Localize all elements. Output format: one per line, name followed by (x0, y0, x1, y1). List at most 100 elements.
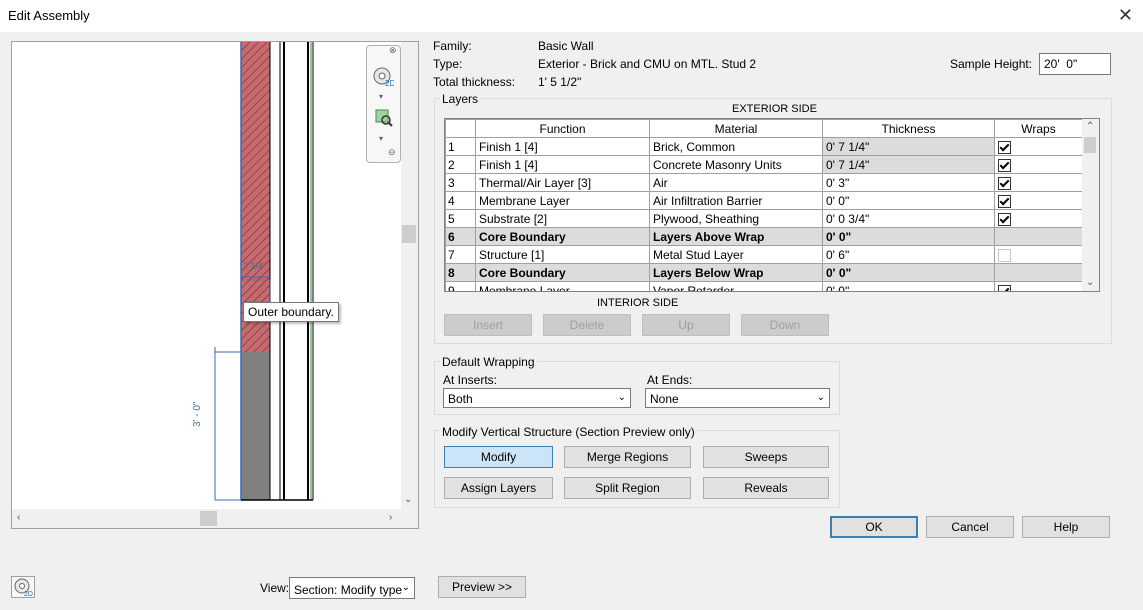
material-cell[interactable]: Metal Stud Layer (649, 245, 823, 264)
table-row[interactable]: 2 Finish 1 [4] Concrete Masonry Units 0' 7 … (445, 155, 1083, 174)
sweeps-button[interactable]: Sweeps (703, 446, 829, 468)
scroll-thumb[interactable] (1084, 137, 1096, 153)
insert-button[interactable]: Insert (444, 314, 532, 336)
wraps-cell[interactable] (994, 281, 1083, 291)
row-number[interactable]: 7 (445, 245, 476, 264)
scroll-left-icon[interactable]: ‹ (17, 512, 20, 523)
steering-wheel-2d-icon[interactable]: 2D (11, 576, 35, 598)
close-icon[interactable]: ✕ (1118, 5, 1133, 26)
navigation-bar[interactable]: ⊗ 2D ▾ ▾ ⊖ (366, 45, 401, 163)
minimize-icon[interactable]: ⊖ (388, 147, 396, 158)
table-row[interactable]: 7 Structure [1] Metal Stud Layer 0' 6" (445, 245, 1083, 264)
row-number[interactable]: 2 (445, 155, 476, 174)
thickness-cell[interactable]: 0' 0" (822, 263, 995, 282)
function-cell[interactable]: Finish 1 [4] (475, 155, 650, 174)
thickness-cell[interactable]: 0' 7 1/4" (822, 137, 995, 156)
at-ends-select[interactable]: None ⌄ (645, 388, 830, 408)
col-header-function[interactable]: Function (475, 119, 650, 138)
layers-table[interactable]: Function Material Thickness Wraps 1 Finis… (444, 118, 1100, 292)
close-icon[interactable]: ⊗ (389, 45, 397, 56)
table-vertical-scrollbar[interactable]: ⌃ ⌄ (1082, 119, 1099, 291)
wraps-cell[interactable] (994, 227, 1083, 246)
chevron-down-icon[interactable]: ▾ (379, 92, 383, 101)
wraps-checkbox[interactable] (998, 158, 1011, 172)
merge-regions-button[interactable]: Merge Regions (564, 446, 691, 468)
steering-wheel-2d-icon[interactable]: 2D (372, 66, 395, 88)
material-cell[interactable]: Layers Below Wrap (649, 263, 823, 282)
preview-horizontal-scrollbar[interactable]: ‹ › (12, 509, 402, 528)
wraps-checkbox[interactable] (998, 140, 1011, 154)
thickness-cell[interactable]: 0' 0 3/4" (822, 209, 995, 228)
wraps-checkbox[interactable] (998, 212, 1011, 226)
thickness-cell[interactable]: 0' 6" (822, 245, 995, 264)
col-header-material[interactable]: Material (649, 119, 823, 138)
at-inserts-select[interactable]: Both ⌄ (443, 388, 631, 408)
scroll-thumb[interactable] (200, 511, 217, 526)
scroll-down-icon[interactable]: ⌄ (404, 494, 412, 505)
row-number[interactable]: 5 (445, 209, 476, 228)
function-cell[interactable]: Thermal/Air Layer [3] (475, 173, 650, 192)
delete-button[interactable]: Delete (543, 314, 631, 336)
cancel-button[interactable]: Cancel (926, 516, 1014, 538)
ok-button[interactable]: OK (830, 516, 918, 538)
reveals-button[interactable]: Reveals (703, 477, 829, 499)
material-cell[interactable]: Plywood, Sheathing (649, 209, 823, 228)
table-row[interactable]: 3 Thermal/Air Layer [3] Air 0' 3" (445, 173, 1083, 192)
function-cell[interactable]: Finish 1 [4] (475, 137, 650, 156)
wraps-cell[interactable] (994, 173, 1083, 192)
table-row[interactable]: 6 Core Boundary Layers Above Wrap 0' 0" (445, 227, 1083, 246)
thickness-cell[interactable]: 0' 0" (822, 227, 995, 246)
preview-canvas[interactable]: 7 1/4" 3' - 0" Outer boundary. (12, 42, 402, 510)
row-number[interactable]: 4 (445, 191, 476, 210)
wraps-cell[interactable] (994, 263, 1083, 282)
thickness-cell[interactable]: 0' 0" (822, 191, 995, 210)
wraps-cell[interactable] (994, 137, 1083, 156)
wraps-checkbox[interactable] (998, 284, 1011, 291)
table-row[interactable]: 5 Substrate [2] Plywood, Sheathing 0' 0 3/4… (445, 209, 1083, 228)
sample-height-input[interactable] (1039, 53, 1111, 75)
preview-vertical-scrollbar[interactable]: ⌄ (401, 42, 418, 510)
view-select[interactable]: Section: Modify type ⌄ (289, 577, 415, 599)
table-row[interactable]: 1 Finish 1 [4] Brick, Common 0' 7 1/4" (445, 137, 1083, 156)
row-number[interactable]: 8 (445, 263, 476, 282)
wraps-cell[interactable] (994, 155, 1083, 174)
wraps-checkbox[interactable] (998, 248, 1011, 262)
section-preview[interactable]: 7 1/4" 3' - 0" Outer boundary. ⊗ 2D ▾ ▾ … (11, 41, 419, 529)
material-cell[interactable]: Vapor Retarder (649, 281, 823, 291)
scroll-down-icon[interactable]: ⌄ (1086, 277, 1094, 288)
up-button[interactable]: Up (642, 314, 730, 336)
function-cell[interactable]: Membrane Layer (475, 191, 650, 210)
assign-layers-button[interactable]: Assign Layers (444, 477, 553, 499)
split-region-button[interactable]: Split Region (564, 477, 691, 499)
function-cell[interactable]: Core Boundary (475, 227, 650, 246)
wraps-cell[interactable] (994, 209, 1083, 228)
help-button[interactable]: Help (1022, 516, 1110, 538)
down-button[interactable]: Down (741, 314, 829, 336)
row-number[interactable]: 1 (445, 137, 476, 156)
zoom-region-icon[interactable] (374, 108, 394, 128)
thickness-cell[interactable]: 0' 0" (822, 281, 995, 291)
row-number[interactable]: 6 (445, 227, 476, 246)
preview-toggle-button[interactable]: Preview >> (438, 576, 526, 598)
material-cell[interactable]: Concrete Masonry Units (649, 155, 823, 174)
material-cell[interactable]: Layers Above Wrap (649, 227, 823, 246)
material-cell[interactable]: Air (649, 173, 823, 192)
function-cell[interactable]: Core Boundary (475, 263, 650, 282)
function-cell[interactable]: Substrate [2] (475, 209, 650, 228)
scroll-right-icon[interactable]: › (389, 512, 392, 523)
function-cell[interactable]: Structure [1] (475, 245, 650, 264)
table-row[interactable]: 9 Membrane Layer Vapor Retarder 0' 0" (445, 281, 1083, 291)
layers-grid[interactable]: Function Material Thickness Wraps 1 Finis… (445, 119, 1083, 291)
thickness-cell[interactable]: 0' 3" (822, 173, 995, 192)
thickness-cell[interactable]: 0' 7 1/4" (822, 155, 995, 174)
table-row[interactable]: 4 Membrane Layer Air Infiltration Barrier 0… (445, 191, 1083, 210)
wraps-cell[interactable] (994, 191, 1083, 210)
function-cell[interactable]: Membrane Layer (475, 281, 650, 291)
wraps-cell[interactable] (994, 245, 1083, 264)
row-number[interactable]: 3 (445, 173, 476, 192)
material-cell[interactable]: Brick, Common (649, 137, 823, 156)
material-cell[interactable]: Air Infiltration Barrier (649, 191, 823, 210)
row-number[interactable]: 9 (445, 281, 476, 291)
modify-button[interactable]: Modify (444, 446, 553, 468)
col-header-wraps[interactable]: Wraps (994, 119, 1083, 138)
